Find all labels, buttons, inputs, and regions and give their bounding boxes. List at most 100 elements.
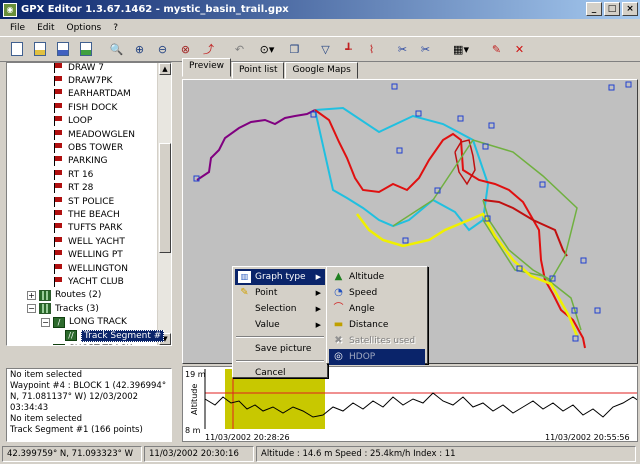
angle-icon: ⌒ bbox=[333, 303, 344, 314]
menu-item-value[interactable]: Value ▶ bbox=[235, 317, 325, 333]
info-line: Waypoint #4 : BLOCK 1 (42.396994° bbox=[10, 381, 167, 391]
join-icon: ⌇ bbox=[368, 42, 375, 56]
tree-waypoint[interactable]: LOOP bbox=[53, 115, 92, 128]
scroll-up-arrow[interactable]: ▲ bbox=[159, 63, 171, 75]
select-area-button[interactable]: ▦▾ bbox=[446, 39, 476, 60]
waypoint-flag-icon bbox=[53, 236, 64, 247]
new-button[interactable] bbox=[6, 39, 27, 60]
tree-short-track[interactable]: +/SHORT TRACK bbox=[41, 342, 132, 345]
cut-alt-button[interactable]: ✂ bbox=[415, 39, 436, 60]
menu-options[interactable]: Options bbox=[61, 23, 108, 33]
waypoint-label: TUFTS PARK bbox=[68, 223, 123, 234]
tree-long-track[interactable]: − / LONG TRACK bbox=[41, 316, 127, 329]
menu-item-graph-type[interactable]: ▥ Graph type ▶ bbox=[235, 269, 325, 285]
segment-icon: // bbox=[65, 330, 77, 342]
minimize-button[interactable]: _ bbox=[586, 2, 602, 16]
collapse-icon[interactable]: − bbox=[27, 304, 36, 314]
tree-waypoint[interactable]: DRAW 7 bbox=[53, 63, 104, 74]
expand-icon[interactable]: + bbox=[27, 290, 36, 300]
menu-edit[interactable]: Edit bbox=[31, 23, 60, 33]
collapse-icon[interactable]: − bbox=[41, 317, 50, 327]
tab-point-list[interactable]: Point list bbox=[232, 62, 285, 79]
split-icon: ┹ bbox=[345, 42, 352, 56]
status-values: Altitude : 14.6 m Speed : 25.4km/h Index… bbox=[256, 446, 636, 462]
tree-waypoint[interactable]: EARHARTDAM bbox=[53, 88, 131, 101]
tree-routes[interactable]: + Routes (2) bbox=[27, 289, 101, 302]
zoom-in-button[interactable]: ⊕ bbox=[129, 39, 150, 60]
tree-waypoint[interactable]: WELLINGTON bbox=[53, 262, 128, 275]
info-line: N, 71.081137° W) 12/03/2002 bbox=[10, 392, 139, 402]
graph-icon: ▥ bbox=[238, 271, 251, 283]
waypoint-flag-icon bbox=[53, 263, 64, 274]
menu-item-angle[interactable]: ⌒ Angle bbox=[329, 301, 425, 317]
track-purple[interactable] bbox=[196, 109, 316, 181]
track-red-detail[interactable] bbox=[482, 199, 568, 257]
zoom-reset-button[interactable]: ⊗ bbox=[175, 39, 196, 60]
delete-icon: ✕ bbox=[514, 42, 525, 56]
tree-waypoint[interactable]: TUFTS PARK bbox=[53, 222, 122, 235]
waypoint-label: ST POLICE bbox=[68, 196, 115, 207]
undo-button[interactable]: ↶ bbox=[229, 39, 250, 60]
waypoint-label: FISH DOCK bbox=[68, 102, 118, 113]
title-bar[interactable]: ◉ GPX Editor 1.3.67.1462 - mystic_basin_… bbox=[0, 0, 640, 19]
menu-item-selection[interactable]: Selection ▶ bbox=[235, 301, 325, 317]
tree-waypoint[interactable]: RT 28 bbox=[53, 182, 93, 195]
gpx-tree[interactable]: ▲ ▼ DRAW 7 DRAW7PK EARHARTDAM FISH DOCK LOOP… bbox=[6, 62, 172, 346]
copy-button[interactable]: ❐ bbox=[284, 39, 305, 60]
tree-scrollbar[interactable]: ▲ ▼ bbox=[157, 63, 171, 345]
menu-file[interactable]: File bbox=[4, 23, 31, 33]
tab-google-maps[interactable]: Google Maps bbox=[285, 62, 358, 79]
close-button[interactable]: × bbox=[622, 2, 638, 16]
tracks-icon bbox=[39, 303, 51, 315]
tab-preview[interactable]: Preview bbox=[182, 58, 232, 77]
tree-waypoint[interactable]: OBS TOWER bbox=[53, 141, 123, 154]
info-line: 03:34:43 bbox=[10, 403, 49, 413]
track-icon: / bbox=[53, 316, 65, 328]
cut-button[interactable]: ✂ bbox=[392, 39, 413, 60]
save-as-button[interactable] bbox=[75, 39, 96, 60]
waypoint-flag-icon bbox=[53, 89, 64, 100]
waypoint-flag-icon bbox=[53, 76, 64, 87]
tree-waypoint[interactable]: FISH DOCK bbox=[53, 101, 117, 114]
menu-item-hdop[interactable]: ◎ HDOP bbox=[329, 349, 425, 365]
menu-help[interactable]: ? bbox=[107, 23, 124, 33]
tree-waypoint[interactable]: DRAW7PK bbox=[53, 74, 112, 87]
save-button[interactable] bbox=[52, 39, 73, 60]
tree-waypoint[interactable]: WELLING PT bbox=[53, 249, 123, 262]
tree-waypoint[interactable]: THE BEACH bbox=[53, 208, 120, 221]
menu-item-point[interactable]: ✎ Point ▶ bbox=[235, 285, 325, 301]
menu-item-altitude[interactable]: ▲ Altitude bbox=[329, 269, 425, 285]
submenu-arrow: ▶ bbox=[315, 305, 321, 313]
menu-item-cancel[interactable]: Cancel bbox=[235, 365, 325, 381]
tree-tracks[interactable]: − Tracks (3) bbox=[27, 302, 99, 315]
filter-button[interactable]: ▽ bbox=[315, 39, 336, 60]
tree-waypoint[interactable]: YACHT CLUB bbox=[53, 275, 124, 288]
tree-waypoint[interactable]: RT 16 bbox=[53, 168, 93, 181]
menu-item-save-picture[interactable]: Save picture bbox=[235, 341, 325, 357]
waypoint-flag-icon bbox=[53, 63, 64, 73]
menu-item-distance[interactable]: ▬ Distance bbox=[329, 317, 425, 333]
open-button[interactable] bbox=[29, 39, 50, 60]
menu-item-speed[interactable]: ◔ Speed bbox=[329, 285, 425, 301]
tree-track-segment[interactable]: //Track Segment # bbox=[65, 329, 165, 342]
maximize-button[interactable]: □ bbox=[604, 2, 620, 16]
tree-waypoint[interactable]: PARKING bbox=[53, 155, 108, 168]
graph-ymax-label: 19 m bbox=[185, 370, 206, 379]
altitude-icon: ▲ bbox=[334, 271, 343, 282]
zoom-extents-button[interactable]: 🔍 bbox=[106, 39, 127, 60]
tree-waypoint[interactable]: WELL YACHT bbox=[53, 235, 125, 248]
tree-waypoint[interactable]: MEADOWGLEN bbox=[53, 128, 135, 141]
tools-button[interactable]: ✎ bbox=[486, 39, 507, 60]
delete-button[interactable]: ✕ bbox=[509, 39, 530, 60]
waypoint-label: DRAW7PK bbox=[68, 76, 113, 87]
edit-track-button[interactable]: ⤴ bbox=[198, 39, 219, 60]
join-button[interactable]: ⌇ bbox=[361, 39, 382, 60]
expand-icon[interactable]: + bbox=[41, 344, 50, 345]
toolbar: 🔍 ⊕ ⊖ ⊗ ⤴ ↶ ⊙▾ ❐ ▽ ┹ ⌇ ✂ ✂ ▦▾ ✎ ✕ bbox=[0, 36, 640, 62]
speed-icon: ◔ bbox=[334, 287, 343, 298]
split-button[interactable]: ┹ bbox=[338, 39, 359, 60]
measure-button[interactable]: ⊙▾ bbox=[252, 39, 282, 60]
tree-waypoint[interactable]: ST POLICE bbox=[53, 195, 114, 208]
scroll-thumb[interactable] bbox=[159, 143, 171, 253]
zoom-out-button[interactable]: ⊖ bbox=[152, 39, 173, 60]
